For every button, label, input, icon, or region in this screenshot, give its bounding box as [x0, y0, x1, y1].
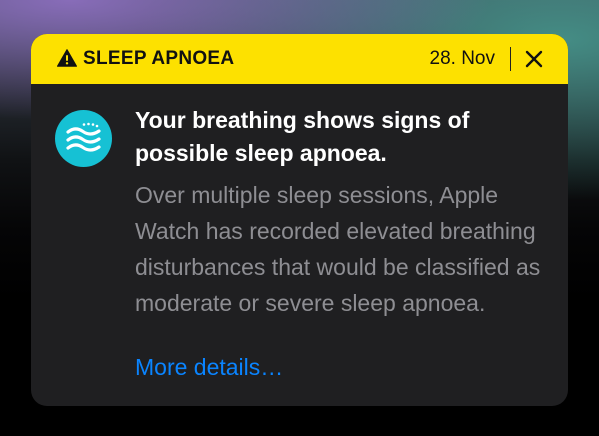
notification-body: Over multiple sleep sessions, Apple Watc… — [135, 182, 541, 316]
notification-headline: Your breathing shows signs of possible s… — [135, 107, 470, 166]
header-divider — [509, 47, 511, 71]
close-icon[interactable] — [524, 49, 544, 69]
warning-triangle-icon — [57, 49, 77, 67]
sleep-apnoea-notification[interactable]: SLEEP APNOEA 28. Nov Your breathing show… — [31, 34, 568, 406]
more-details-link[interactable]: More details… — [135, 352, 283, 382]
notification-date: 28. Nov — [429, 48, 495, 69]
notification-category: SLEEP APNOEA — [83, 48, 235, 69]
notification-header: SLEEP APNOEA 28. Nov — [31, 34, 568, 84]
breathing-waves-icon — [55, 110, 112, 167]
